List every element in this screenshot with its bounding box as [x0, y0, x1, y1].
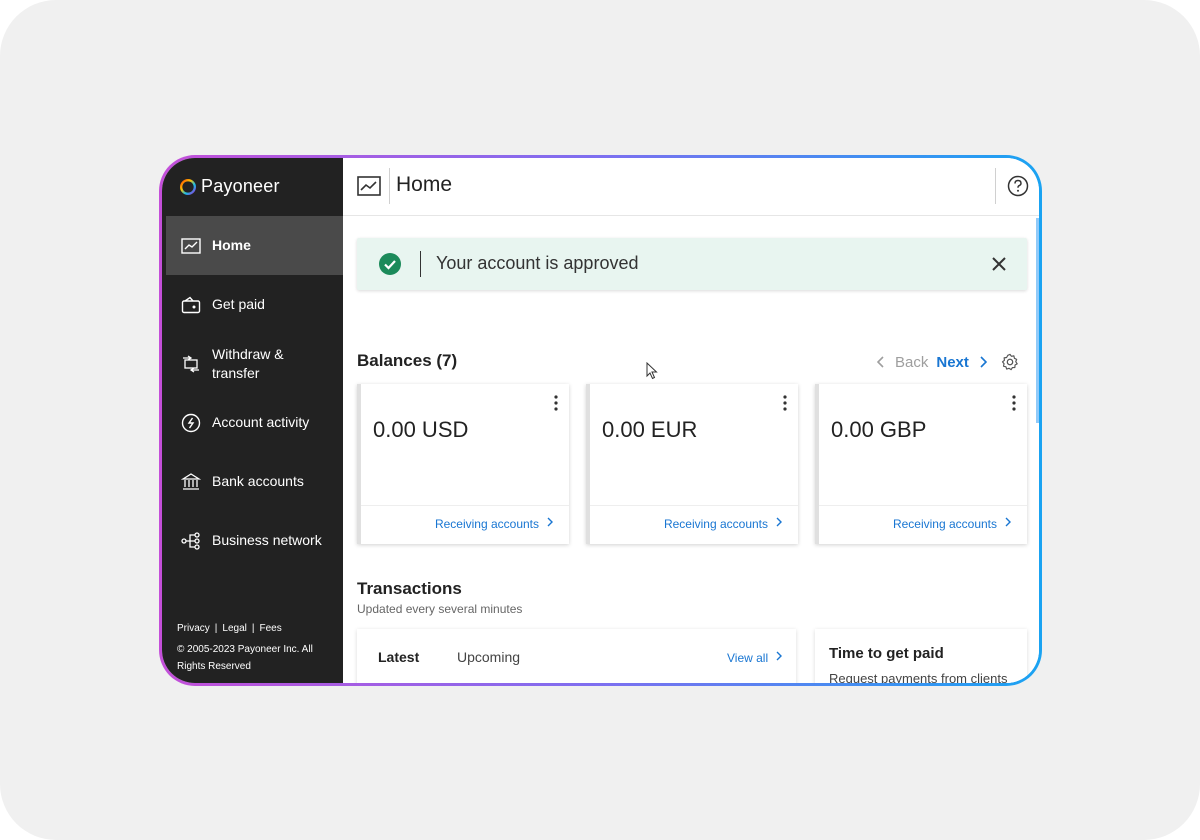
transactions-panel: Latest Upcoming View all	[357, 629, 796, 683]
divider	[590, 505, 798, 506]
alert-message: Your account is approved	[436, 253, 639, 273]
chevron-left-icon	[877, 356, 884, 368]
tab-latest[interactable]: Latest	[378, 649, 419, 665]
sidebar-item-label: Get paid	[212, 296, 265, 312]
divider	[420, 251, 421, 277]
more-vertical-icon[interactable]	[1011, 394, 1017, 412]
app-window-inner: Payoneer Home Get paid Withdraw & transf…	[162, 158, 1039, 683]
chevron-right-icon	[547, 517, 553, 527]
sidebar-item-label: Account activity	[212, 414, 310, 430]
check-circle-icon	[379, 253, 401, 275]
balance-amount: 0.00 GBP	[831, 417, 927, 442]
footer-separator: |	[214, 623, 218, 634]
balances-pager: Back Next	[877, 353, 1019, 371]
back-label: Back	[895, 353, 929, 371]
divider	[361, 505, 569, 506]
gear-icon[interactable]	[1001, 353, 1019, 371]
scrollbar[interactable]	[1036, 218, 1039, 423]
sidebar-item-label: Business network	[212, 532, 322, 548]
balance-card-usd[interactable]: 0.00 USD Receiving accounts	[357, 384, 569, 544]
sidebar-item-business-network[interactable]: Business network	[162, 511, 343, 570]
sidebar-item-home[interactable]: Home	[166, 216, 343, 275]
chart-window-icon	[357, 176, 381, 196]
balance-card-eur[interactable]: 0.00 EUR Receiving accounts	[586, 384, 798, 544]
more-vertical-icon[interactable]	[782, 394, 788, 412]
footer-separator: |	[251, 623, 255, 634]
balances-title: Balances (7)	[357, 351, 458, 370]
legal-link[interactable]: Legal	[222, 620, 246, 637]
copyright-text: © 2005-2023 Payoneer Inc. All Rights Res…	[177, 644, 313, 672]
get-paid-promo-card[interactable]: Time to get paid Request payments from c…	[815, 629, 1027, 683]
transactions-subtitle: Updated every several minutes	[357, 602, 523, 616]
chart-window-icon	[180, 235, 202, 257]
activity-icon	[180, 412, 202, 434]
receiving-accounts-link[interactable]: Receiving accounts	[435, 517, 553, 531]
link-label: Receiving accounts	[434, 517, 539, 531]
transactions-title: Transactions	[357, 579, 462, 598]
balance-amount: 0.00 EUR	[602, 417, 698, 442]
divider	[389, 168, 390, 204]
payoneer-logo-icon	[179, 178, 197, 195]
next-button[interactable]: Next	[936, 354, 987, 371]
balance-cards: 0.00 USD Receiving accounts 0.00 EUR Rec…	[357, 384, 1027, 544]
view-all-label: View all	[727, 651, 769, 665]
close-icon[interactable]	[990, 255, 1008, 273]
receiving-accounts-link[interactable]: Receiving accounts	[893, 517, 1011, 531]
receiving-accounts-link[interactable]: Receiving accounts	[664, 517, 782, 531]
privacy-link[interactable]: Privacy	[177, 620, 210, 637]
chevron-right-icon	[1005, 517, 1011, 527]
more-vertical-icon[interactable]	[553, 394, 559, 412]
divider	[995, 168, 996, 204]
sidebar-item-withdraw-transfer[interactable]: Withdraw & transfer	[162, 334, 343, 393]
balance-amount: 0.00 USD	[373, 417, 469, 442]
chevron-right-icon	[980, 356, 987, 368]
mouse-cursor-icon	[646, 362, 658, 380]
divider	[819, 505, 1027, 506]
sidebar: Payoneer Home Get paid Withdraw & transf…	[162, 158, 343, 683]
fees-link[interactable]: Fees	[259, 620, 281, 637]
help-icon[interactable]	[1007, 175, 1029, 197]
promo-subtitle: Request payments from clients	[829, 671, 1008, 683]
sidebar-item-label: Home	[212, 237, 251, 253]
sidebar-item-label: Bank accounts	[212, 473, 304, 489]
link-label: Receiving accounts	[892, 517, 997, 531]
back-button[interactable]: Back	[877, 354, 928, 371]
balance-card-gbp[interactable]: 0.00 GBP Receiving accounts	[815, 384, 1027, 544]
transfer-icon	[180, 353, 202, 375]
approval-alert: Your account is approved	[357, 238, 1027, 290]
network-icon	[180, 530, 202, 552]
chevron-right-icon	[776, 517, 782, 527]
brand-logo[interactable]: Payoneer	[179, 176, 280, 197]
main-content: Home Your account is approved Balances (…	[343, 158, 1039, 683]
wallet-icon	[180, 294, 202, 316]
sidebar-footer: Privacy | Legal | Fees © 2005-2023 Payon…	[177, 620, 327, 675]
bank-icon	[180, 471, 202, 493]
next-label: Next	[936, 353, 969, 371]
sidebar-item-label: Withdraw & transfer	[212, 345, 284, 381]
sidebar-item-get-paid[interactable]: Get paid	[162, 275, 343, 334]
link-label: Receiving accounts	[663, 517, 768, 531]
sidebar-nav: Home Get paid Withdraw & transfer Accoun…	[162, 216, 343, 570]
top-bar: Home	[343, 158, 1039, 216]
view-all-link[interactable]: View all	[727, 651, 783, 665]
brand-name: Payoneer	[201, 176, 280, 196]
tab-upcoming[interactable]: Upcoming	[457, 649, 520, 665]
app-window: Payoneer Home Get paid Withdraw & transf…	[159, 155, 1042, 686]
sidebar-item-bank-accounts[interactable]: Bank accounts	[162, 452, 343, 511]
promo-title: Time to get paid	[829, 645, 944, 662]
page-title: Home	[396, 173, 453, 196]
footer-links: Privacy | Legal | Fees	[177, 620, 327, 637]
chevron-right-icon	[776, 651, 783, 661]
sidebar-item-account-activity[interactable]: Account activity	[162, 393, 343, 452]
